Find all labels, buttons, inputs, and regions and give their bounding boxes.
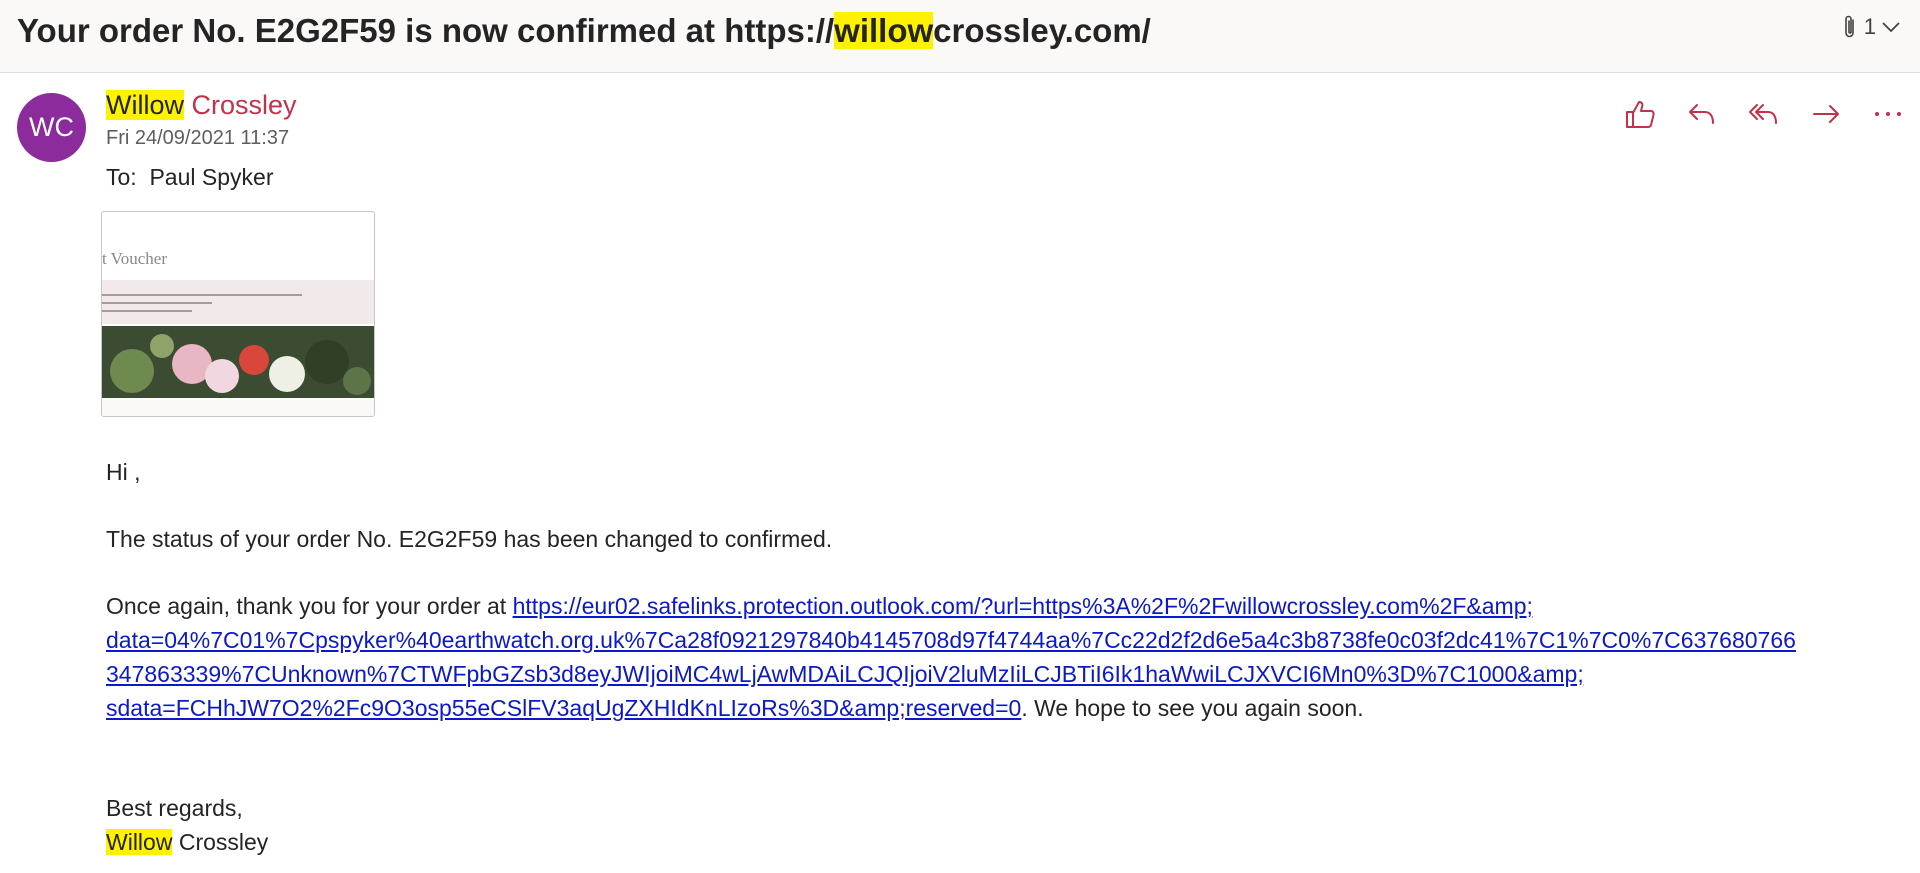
more-actions-button[interactable] bbox=[1868, 96, 1908, 132]
signature-rest: Crossley bbox=[172, 829, 269, 855]
greeting: Hi , bbox=[106, 459, 141, 485]
subject-prefix: Your order No. E2G2F59 is now confirmed … bbox=[17, 12, 835, 49]
thanks-prefix: Once again, thank you for your order at bbox=[106, 593, 513, 619]
link-line: 347863339%7CUnknown%7CTWFpbGZsb3d8eyJWIj… bbox=[106, 661, 1584, 687]
reply-button[interactable] bbox=[1682, 96, 1722, 132]
thumbnail-text-band bbox=[102, 280, 374, 324]
link-line: sdata=FCHhJW7O2%2Fc9O3osp55eCSlFV3aqUgZX… bbox=[106, 695, 1022, 721]
status-line: The status of your order No. E2G2F59 has… bbox=[106, 526, 833, 552]
reply-all-button[interactable] bbox=[1744, 96, 1784, 132]
email-body: Hi , The status of your order No. E2G2F5… bbox=[106, 455, 1896, 859]
attachments-toggle[interactable]: 1 bbox=[1842, 14, 1900, 40]
reply-icon bbox=[1689, 104, 1714, 124]
chevron-down-icon bbox=[1882, 22, 1900, 33]
sender-last-name: Crossley bbox=[191, 90, 297, 120]
message-actions bbox=[1620, 96, 1908, 132]
subject-highlight: willow bbox=[834, 12, 934, 49]
thumbnail-footer bbox=[102, 400, 374, 416]
thumbnail-title: t Voucher bbox=[102, 249, 168, 268]
to-label: To: bbox=[106, 164, 137, 190]
thumbnail-flower-photo bbox=[102, 326, 374, 398]
sender-first-name: Willow bbox=[106, 90, 184, 120]
like-icon bbox=[1626, 101, 1655, 128]
reply-all-icon bbox=[1749, 104, 1777, 124]
attachment-thumbnail[interactable]: t Voucher bbox=[101, 211, 375, 417]
signature-highlight: Willow bbox=[106, 829, 173, 855]
forward-icon bbox=[1813, 105, 1839, 123]
avatar[interactable]: WC bbox=[17, 93, 86, 162]
closing: Best regards, bbox=[106, 795, 243, 821]
sender-name[interactable]: Willow Crossley bbox=[106, 86, 297, 124]
like-button[interactable] bbox=[1620, 96, 1660, 132]
recipient-line: To: Paul Spyker bbox=[106, 164, 273, 191]
attachment-count: 1 bbox=[1863, 14, 1876, 39]
link-line: https://eur02.safelinks.protection.outlo… bbox=[512, 593, 1533, 619]
sent-date: Fri 24/09/2021 11:37 bbox=[106, 127, 290, 149]
subject-bar: Your order No. E2G2F59 is now confirmed … bbox=[0, 0, 1920, 73]
link-line: data=04%7C01%7Cpspyker%40earthwatch.org.… bbox=[106, 627, 1796, 653]
forward-button[interactable] bbox=[1806, 96, 1846, 132]
signature: Willow Crossley bbox=[106, 825, 1896, 859]
avatar-initials: WC bbox=[29, 112, 74, 142]
more-icon bbox=[1875, 112, 1901, 116]
email-subject: Your order No. E2G2F59 is now confirmed … bbox=[17, 10, 1151, 52]
paperclip-icon bbox=[1844, 15, 1854, 38]
recipient-name[interactable]: Paul Spyker bbox=[149, 164, 273, 190]
thanks-suffix: . We hope to see you again soon. bbox=[1021, 695, 1364, 721]
subject-suffix: crossley.com/ bbox=[933, 12, 1151, 49]
thanks-paragraph: Once again, thank you for your order at … bbox=[106, 589, 1896, 725]
